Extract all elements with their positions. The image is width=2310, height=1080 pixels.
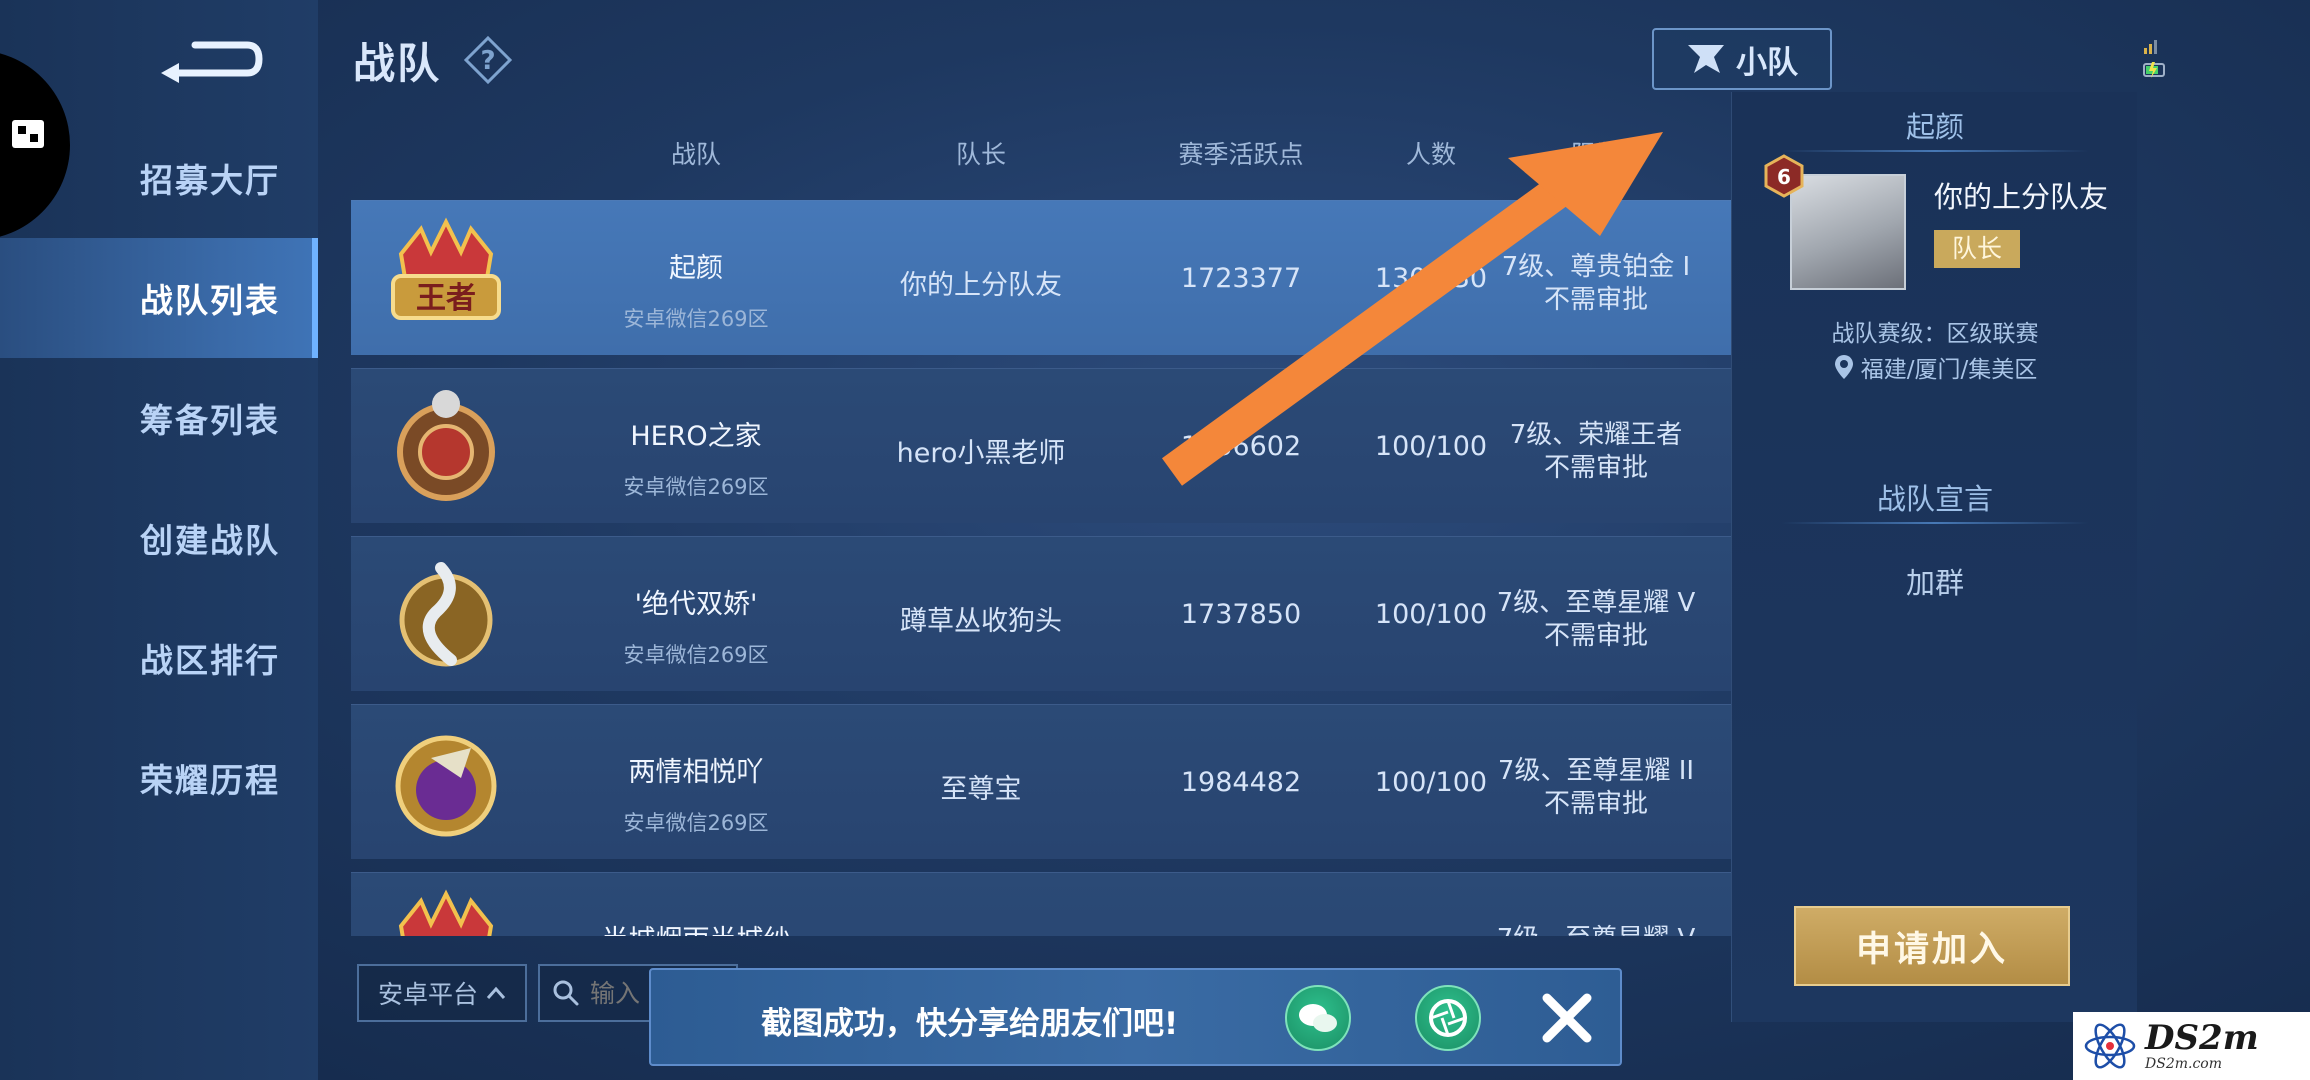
watermark-text: DS2m DS2m.com bbox=[2145, 1021, 2259, 1071]
squad-button[interactable]: 小队 bbox=[1652, 28, 1832, 90]
team-zone: 安卓微信269区 bbox=[623, 475, 769, 499]
share-moments-button[interactable] bbox=[1415, 985, 1481, 1051]
team-requirement: 7级、尊贵铂金 I bbox=[1501, 252, 1691, 282]
team-requirement: 7级、至尊星耀 V bbox=[1496, 588, 1696, 618]
divider bbox=[1782, 522, 2088, 524]
svg-text:王者: 王者 bbox=[416, 281, 476, 316]
team-name: '绝代双娇' bbox=[634, 589, 758, 620]
declaration-title: 战队宣言 bbox=[1876, 482, 1993, 516]
purple-emblem-icon bbox=[395, 735, 497, 837]
nav-label: 筹备列表 bbox=[140, 401, 280, 440]
team-leader: hero小黑老师 bbox=[896, 438, 1066, 469]
platform-label: 安卓平台 bbox=[377, 980, 478, 1009]
detail-team-name: 起颜 bbox=[1905, 110, 1964, 144]
team-leader: 至尊宝 bbox=[940, 774, 1022, 805]
nav-label: 招募大厅 bbox=[140, 161, 280, 200]
platform-select[interactable]: 安卓平台 bbox=[357, 964, 527, 1022]
close-icon[interactable] bbox=[1537, 988, 1597, 1048]
team-zone: 安卓微信269区 bbox=[623, 811, 769, 835]
apply-join-button[interactable]: 申请加入 bbox=[1794, 906, 2070, 986]
nav-item-region-ranking[interactable]: 战区排行 bbox=[0, 598, 318, 718]
captain-level-text: 6 bbox=[1777, 165, 1791, 189]
king-emblem-icon: 王者 bbox=[391, 217, 501, 320]
team-name: 两情相悦吖 bbox=[628, 757, 764, 788]
nav-item-recruit-hall[interactable]: 招募大厅 bbox=[0, 118, 318, 238]
location-text: 福建/厦门/集美区 bbox=[1860, 357, 2038, 383]
nav-label: 创建战队 bbox=[140, 521, 280, 560]
team-leader: 蹲草丛收狗头 bbox=[900, 606, 1062, 637]
level-badge-icon: 6 bbox=[1764, 154, 1804, 198]
nav-label: 战区排行 bbox=[140, 641, 280, 680]
toast-text: 截图成功，快分享给朋友们吧! bbox=[761, 1006, 1179, 1042]
page-title: 战队 bbox=[353, 39, 442, 88]
atom-logo-icon bbox=[2084, 1023, 2136, 1069]
help-icon[interactable]: ? bbox=[463, 35, 513, 85]
column-header-activity: 赛季活跃点 bbox=[1178, 140, 1304, 169]
team-location: 福建/厦门/集美区 bbox=[1732, 350, 2138, 384]
team-activity: 1984482 bbox=[1180, 767, 1302, 798]
avatar[interactable] bbox=[1790, 174, 1906, 290]
team-detail-panel: 起颜 6 你的上分队友 队长 战队赛级：区级联赛 福建/厦门/集美区 战队宣言 … bbox=[1731, 92, 2137, 1022]
team-zone: 安卓微信269区 bbox=[623, 643, 769, 667]
column-header-requirement: 限制 bbox=[1570, 140, 1621, 169]
table-row[interactable]: '绝代双娇' 安卓微信269区 蹲草丛收狗头 1737850 100/100 7… bbox=[351, 536, 1731, 691]
share-wechat-button[interactable] bbox=[1285, 985, 1351, 1051]
wechat-icon bbox=[1299, 1004, 1337, 1032]
location-pin-icon bbox=[1834, 355, 1853, 379]
back-button[interactable] bbox=[150, 28, 270, 88]
captain-role-badge: 队长 bbox=[1934, 230, 2020, 268]
table-row[interactable]: 两情相悦吖 安卓微信269区 至尊宝 1984482 100/100 7级、至尊… bbox=[351, 704, 1731, 859]
nav-item-preparation-list[interactable]: 筹备列表 bbox=[0, 358, 318, 478]
team-approval: 不需审批 bbox=[1543, 453, 1648, 483]
squad-button-label: 小队 bbox=[1736, 44, 1798, 81]
watermark-main: DS2m bbox=[2145, 1018, 2259, 1058]
team-approval: 不需审批 bbox=[1543, 285, 1648, 315]
team-requirement: 7级、荣耀王者 bbox=[1509, 420, 1683, 450]
team-activity: 1636602 bbox=[1180, 431, 1302, 462]
team-list: 王者 起颜 安卓微信269区 你的上分队友 1723377 130/130 7级… bbox=[351, 200, 1731, 936]
column-header-leader: 队长 bbox=[955, 140, 1006, 169]
search-icon bbox=[553, 980, 579, 1006]
table-row[interactable]: 半城烟雨半城纱 7级、至尊星耀 V bbox=[351, 872, 1731, 936]
nav-label: 战队列表 bbox=[140, 281, 280, 320]
declaration-text: 加群 bbox=[1905, 566, 1964, 600]
back-arrow-icon bbox=[161, 41, 263, 83]
team-approval: 不需审批 bbox=[1543, 621, 1648, 651]
nav-label: 荣耀历程 bbox=[140, 761, 280, 800]
team-tier: 战队赛级：区级联赛 bbox=[1831, 321, 2039, 347]
nav-item-team-list[interactable]: 战队列表 bbox=[0, 238, 318, 358]
column-header-team: 战队 bbox=[670, 140, 721, 169]
team-requirement: 7级、至尊星耀 II bbox=[1497, 756, 1695, 786]
bronze-emblem-icon bbox=[397, 390, 495, 501]
nav-item-glory-history[interactable]: 荣耀历程 bbox=[0, 718, 318, 838]
nav-item-create-team[interactable]: 创建战队 bbox=[0, 478, 318, 598]
team-leader: 你的上分队友 bbox=[900, 270, 1062, 301]
team-approval: 不需审批 bbox=[1543, 789, 1648, 819]
table-row[interactable]: HERO之家 安卓微信269区 hero小黑老师 1636602 100/100… bbox=[351, 368, 1731, 523]
team-activity: 1723377 bbox=[1180, 263, 1302, 294]
team-name: 起颜 bbox=[669, 253, 723, 284]
watermark-sub: DS2m.com bbox=[2145, 1056, 2222, 1072]
chevron-up-icon bbox=[486, 986, 506, 999]
team-name: 半城烟雨半城纱 bbox=[556, 918, 836, 936]
dragon-emblem-icon bbox=[399, 562, 493, 667]
team-activity: 1737850 bbox=[1180, 599, 1302, 630]
team-name: HERO之家 bbox=[630, 421, 762, 452]
moments-shutter-icon bbox=[1429, 999, 1467, 1037]
team-requirement: 7级、至尊星耀 V bbox=[1461, 918, 1731, 936]
battery-signal-icon bbox=[2143, 40, 2165, 78]
watermark-logo: DS2m DS2m.com bbox=[2073, 1012, 2310, 1080]
squad-icon bbox=[1688, 45, 1724, 73]
table-row[interactable]: 王者 起颜 安卓微信269区 你的上分队友 1723377 130/130 7级… bbox=[351, 200, 1731, 355]
left-nav: 招募大厅 战队列表 筹备列表 创建战队 战区排行 荣耀历程 bbox=[0, 0, 318, 1080]
king-emblem-icon bbox=[398, 889, 494, 936]
svg-text:?: ? bbox=[480, 46, 495, 76]
divider bbox=[1782, 150, 2088, 152]
team-zone: 安卓微信269区 bbox=[623, 307, 769, 331]
share-toast: 截图成功，快分享给朋友们吧! bbox=[649, 968, 1622, 1066]
captain-name: 你的上分队友 bbox=[1934, 180, 2109, 214]
